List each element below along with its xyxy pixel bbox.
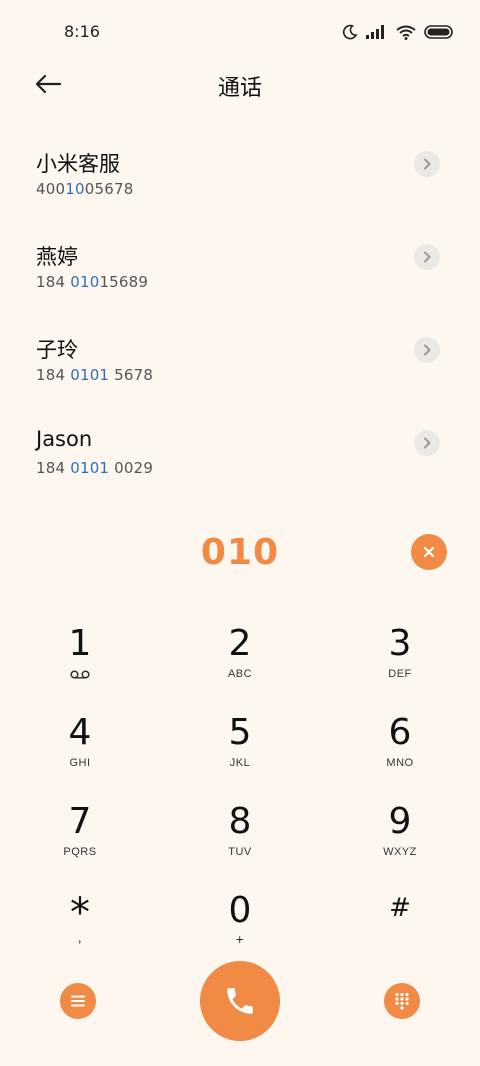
key-letters: MNO	[386, 757, 414, 769]
contact-number: 184 0101 5678	[36, 366, 153, 384]
key-letters: ,	[77, 929, 83, 945]
key-5[interactable]: 5 JKL	[180, 713, 300, 793]
contact-number: 184 01015689	[36, 273, 148, 291]
key-digit: 0	[228, 890, 252, 931]
key-hash[interactable]: #	[340, 891, 460, 971]
key-3[interactable]: 3 DEF	[340, 624, 460, 704]
chevron-right-icon	[424, 344, 431, 356]
key-7[interactable]: 7 PQRS	[20, 802, 140, 882]
dialpad-icon	[395, 992, 409, 1010]
contact-detail-button[interactable]	[414, 244, 440, 270]
contact-number: 4001005678	[36, 180, 133, 198]
number-part: 184	[36, 273, 71, 291]
key-digit: 4	[68, 712, 92, 753]
contact-detail-button[interactable]	[414, 337, 440, 363]
key-letters: PQRS	[63, 846, 97, 858]
key-digit: 2	[228, 623, 252, 664]
key-digit: 5	[228, 712, 252, 753]
number-part: 184	[36, 459, 71, 477]
contact-name: 子玲	[36, 338, 78, 362]
key-digit: 3	[388, 623, 412, 664]
header: 通话	[0, 62, 480, 106]
menu-icon	[71, 995, 85, 1007]
wifi-icon	[396, 25, 416, 40]
number-part: 5678	[109, 366, 154, 384]
delete-button[interactable]	[411, 534, 447, 570]
key-letters: ABC	[227, 668, 253, 680]
key-letters: WXYZ	[383, 846, 417, 858]
contact-item[interactable]: 子玲 184 0101 5678	[0, 334, 480, 414]
status-time: 8:16	[64, 22, 100, 41]
key-4[interactable]: 4 GHI	[20, 713, 140, 793]
number-match: 0101	[70, 459, 110, 477]
key-digit: 8	[228, 801, 252, 842]
status-icons	[342, 22, 454, 42]
chevron-right-icon	[424, 437, 431, 449]
phone-icon	[227, 988, 253, 1014]
number-part: 05678	[84, 180, 134, 198]
contact-item[interactable]: 小米客服 4001005678	[0, 148, 480, 228]
key-9[interactable]: 9 WXYZ	[340, 802, 460, 882]
menu-button[interactable]	[60, 983, 96, 1019]
number-part: 400	[36, 180, 66, 198]
key-star[interactable]: * ,	[20, 891, 140, 971]
number-match: 0101	[70, 366, 110, 384]
number-part: 0029	[109, 459, 154, 477]
page-title: 通话	[217, 76, 262, 101]
status-bar: 8:16	[0, 0, 480, 62]
number-part: 184	[36, 366, 71, 384]
key-digit: 9	[388, 801, 412, 842]
key-digit: 7	[68, 801, 92, 842]
contact-item[interactable]: 燕婷 184 01015689	[0, 241, 480, 321]
chevron-right-icon	[424, 158, 431, 170]
key-2[interactable]: 2 ABC	[180, 624, 300, 704]
number-part: 15689	[99, 273, 149, 291]
keypad-toggle-button[interactable]	[384, 983, 420, 1019]
key-digit: #	[389, 893, 411, 923]
key-1[interactable]: 1	[20, 624, 140, 704]
contact-item[interactable]: Jason 184 0101 0029	[0, 427, 480, 507]
key-8[interactable]: 8 TUV	[180, 802, 300, 882]
chevron-right-icon	[424, 251, 431, 263]
key-6[interactable]: 6 MNO	[340, 713, 460, 793]
key-letters: +	[235, 931, 245, 947]
call-button[interactable]	[200, 961, 280, 1041]
key-digit: 6	[388, 712, 412, 753]
key-letters: TUV	[228, 846, 252, 858]
number-match: 10	[65, 180, 85, 198]
contact-name: 燕婷	[36, 245, 78, 269]
contact-detail-button[interactable]	[414, 151, 440, 177]
signal-icon	[366, 25, 384, 39]
key-letters: GHI	[69, 757, 91, 769]
voicemail-icon	[20, 670, 140, 682]
moon-icon	[342, 24, 358, 40]
battery-icon	[424, 25, 453, 39]
close-icon	[423, 546, 435, 558]
contact-name: 小米客服	[36, 152, 120, 176]
key-letters: DEF	[388, 668, 412, 680]
dial-display: 010	[0, 530, 480, 578]
dialed-number: 010	[200, 532, 280, 573]
contact-detail-button[interactable]	[414, 430, 440, 456]
key-digit: 1	[68, 623, 92, 664]
key-letters: JKL	[229, 757, 251, 769]
number-match: 010	[70, 273, 100, 291]
contact-number: 184 0101 0029	[36, 459, 153, 477]
key-0[interactable]: 0 +	[180, 891, 300, 971]
contact-name: Jason	[36, 427, 93, 451]
